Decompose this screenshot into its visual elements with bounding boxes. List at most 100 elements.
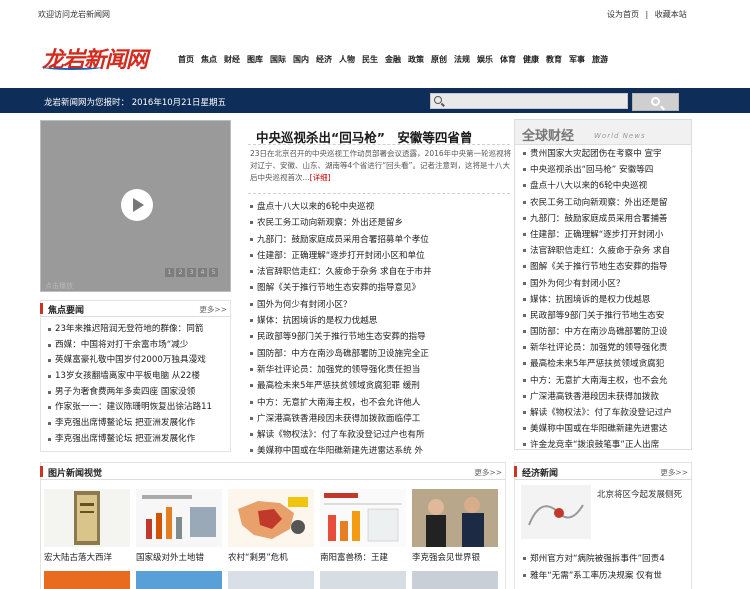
nav-item-home[interactable]: 首页 <box>178 54 194 68</box>
list-item[interactable]: 图解《关于推行节地生态安葬的指导意见》 <box>248 280 510 296</box>
photo-caption[interactable]: 宏大陆古落大西洋 <box>44 551 112 563</box>
list-item[interactable]: 住建部：正确理解“逐步打开封闭小区和单位 <box>248 248 510 264</box>
slide-dot[interactable]: 3 <box>187 268 196 277</box>
list-item[interactable]: 23年来推迟陪润无登符地的群像：同箭 <box>46 322 228 338</box>
nav-item-international[interactable]: 国际 <box>270 54 286 68</box>
list-item[interactable]: 农民工务工动向新观察：外出还是留 <box>521 195 687 211</box>
focus-list: 23年来推迟陪润无登符地的群像：同箭 西媒：中国将对打干余富市场“减少 英媒富豪… <box>46 322 228 448</box>
list-item[interactable]: 盘点十八大以来的6轮中央巡视 <box>248 199 510 215</box>
economy-feature-title[interactable]: 北京将区今起发展侧死 <box>597 488 682 500</box>
nav-item-health[interactable]: 健康 <box>523 54 539 68</box>
list-item[interactable]: 媒体：抗困境诉的是权力伐越恩 <box>521 292 687 308</box>
list-item[interactable]: 国外为何少有封闭小区？ <box>521 276 687 292</box>
list-item[interactable]: 农民工务工动向新观察：外出还是留乡 <box>248 215 510 231</box>
list-item[interactable]: 法官辞职信走红：久疲命于杂务 求自 <box>521 243 687 259</box>
nav-item-domestic[interactable]: 国内 <box>293 54 309 68</box>
list-item[interactable]: 民政部等9部门关于推行节地生态安葬的指导 <box>248 329 510 345</box>
photo-caption[interactable]: 农村“剩男”危机 <box>228 551 288 563</box>
nav-item-focus[interactable]: 焦点 <box>201 54 217 68</box>
focus-more-link[interactable]: 更多>> <box>199 304 227 315</box>
list-item[interactable]: 国防部：中方在南沙岛礁部署防卫设 <box>521 324 687 340</box>
photo-caption[interactable]: 李克强会见世界银 <box>412 551 480 563</box>
nav-item-education[interactable]: 教育 <box>546 54 562 68</box>
photo-thumb[interactable] <box>412 489 498 547</box>
photo-thumb[interactable] <box>44 571 130 589</box>
list-item[interactable]: 盘点十八大以来的6轮中央巡视 <box>521 178 687 194</box>
photo-thumb[interactable] <box>44 489 130 547</box>
slide-dot[interactable]: 2 <box>176 268 185 277</box>
photo-thumb[interactable] <box>320 489 406 547</box>
list-item[interactable]: 新华社评论员：加强党的领导强化责 <box>521 340 687 356</box>
nav-item-people[interactable]: 人物 <box>339 54 355 68</box>
search-button[interactable] <box>632 93 679 111</box>
list-item[interactable]: 解读《物权法》：付了车款没登记过户 <box>521 405 687 421</box>
nav-item-banking[interactable]: 金融 <box>385 54 401 68</box>
list-item[interactable]: 中方：无意扩大南海主权，也不会允许他人 <box>248 395 510 411</box>
slide-dot[interactable]: 1 <box>165 268 174 277</box>
bookmark-link[interactable]: 收藏本站 <box>655 10 687 19</box>
photo-caption[interactable]: 国家级对外土地错 <box>136 551 204 563</box>
site-logo[interactable]: 龙岩新闻网 <box>42 42 148 74</box>
nav-item-original[interactable]: 原创 <box>431 54 447 68</box>
list-item[interactable]: 贵州国家大灾起团伤在考察中 宣宇 <box>521 146 687 162</box>
list-item[interactable]: 雅年“无需”系工率历决规案 仅有世 <box>521 568 687 585</box>
list-item[interactable]: 广深港高铁香港段因未获得加拨款 <box>521 389 687 405</box>
list-item[interactable]: 媒体：抗困境诉的是权力伐越思 <box>248 313 510 329</box>
list-item[interactable]: 图解《关于推行节地生态安葬的指导 <box>521 259 687 275</box>
list-item[interactable]: 广深港高铁香港段因未获得加拨款面临停工 <box>248 411 510 427</box>
list-item[interactable]: 男子为奢食费两年多卖四座 国家没领 <box>46 385 228 401</box>
list-item[interactable]: 法官辞职信走红：久疲命于杂务 求自在于市井 <box>248 264 510 280</box>
list-item[interactable]: 国防部：中方在南沙岛礁部署防卫设施完全正 <box>248 346 510 362</box>
photo-thumb[interactable] <box>412 571 498 589</box>
slide-dot[interactable]: 5 <box>209 268 218 277</box>
nav-item-finance[interactable]: 财经 <box>224 54 240 68</box>
nav-item-law[interactable]: 法规 <box>454 54 470 68</box>
nav-item-entertainment[interactable]: 娱乐 <box>477 54 493 68</box>
nav-item-livelihood[interactable]: 民生 <box>362 54 378 68</box>
list-item[interactable]: 九部门：鼓励家庭成员采用合署招募单个孝位 <box>248 232 510 248</box>
list-item[interactable]: 中方：无意扩大南海主权，也不会允 <box>521 373 687 389</box>
play-icon[interactable] <box>121 189 153 221</box>
economy-feature-image[interactable] <box>521 485 591 539</box>
photo-thumb[interactable] <box>320 571 406 589</box>
list-item[interactable]: 李克强出席博鳌论坛 把亚洲发展化作 <box>46 432 228 448</box>
list-item[interactable]: 作家张一一：建议陈珊明恢复出徐沾路11 <box>46 400 228 416</box>
photo-thumb[interactable] <box>228 489 314 547</box>
list-item[interactable]: 九部门：鼓励家庭成员采用合署捕善 <box>521 211 687 227</box>
list-item[interactable]: 西媒：中国将对打干余富市场“减少 <box>46 338 228 354</box>
nav-item-policy[interactable]: 政策 <box>408 54 424 68</box>
video-player[interactable]: 1 2 3 4 5 点击播放 <box>40 120 231 292</box>
list-item[interactable]: 最高检未来5年严惩扶贫领域贪腐犯罪 缓刑 <box>248 378 510 394</box>
list-item[interactable]: 郑州官方对“病院被强拆事件”回责4 <box>521 551 687 568</box>
nav-item-gallery[interactable]: 图库 <box>247 54 263 68</box>
photo-thumb[interactable] <box>136 489 222 547</box>
nav-item-travel[interactable]: 旅游 <box>592 54 608 68</box>
photo-thumb[interactable] <box>228 571 314 589</box>
list-item[interactable]: 美媒称中国或在华阳礁新建先进雷达系统 外 <box>248 443 510 459</box>
slide-dot[interactable]: 4 <box>198 268 207 277</box>
headline-more-link[interactable]: [详细] <box>310 173 331 182</box>
nav-item-economy[interactable]: 经济 <box>316 54 332 68</box>
economy-feature-graphic <box>521 485 591 539</box>
headline-summary: 23日在北京召开的中央巡视工作动员部署会议透露，2016年中央第一轮巡视将对辽宁… <box>250 148 512 184</box>
list-item[interactable]: 最高检未来5年严惩扶贫领域贪腐犯 <box>521 356 687 372</box>
list-item[interactable]: 住建部：正确理解“逐步打开封闭小 <box>521 227 687 243</box>
list-item[interactable]: 许金龙竞幸“拨浪鼓笔事”正人出席 <box>521 437 687 453</box>
search-input[interactable] <box>430 93 628 109</box>
photo-caption[interactable]: 南阳富兽杨：王建 <box>320 551 388 563</box>
nav-item-sports[interactable]: 体育 <box>500 54 516 68</box>
list-item[interactable]: 国外为何少有封闭小区？ <box>248 297 510 313</box>
list-item[interactable]: 美媒称中国或在华阳礁新建先进雷达 <box>521 421 687 437</box>
list-item[interactable]: 中央巡视杀出“回马枪” 安徽等四 <box>521 162 687 178</box>
list-item[interactable]: 解读《物权法》：付了车款没登记过户也有所 <box>248 427 510 443</box>
nav-item-military[interactable]: 军事 <box>569 54 585 68</box>
photo-thumb[interactable] <box>136 571 222 589</box>
list-item[interactable]: 13岁女孩翻墙离家中平板电脑 从22楼 <box>46 369 228 385</box>
photo-news-more-link[interactable]: 更多>> <box>474 467 502 478</box>
list-item[interactable]: 民政部等9部门关于推行节地生态安 <box>521 308 687 324</box>
list-item[interactable]: 新华社评论员：加强党的领导强化责任担当 <box>248 362 510 378</box>
list-item[interactable]: 李克强出席博鳌论坛 把亚洲发展化作 <box>46 416 228 432</box>
economy-more-link[interactable]: 更多>> <box>660 467 688 478</box>
set-home-link[interactable]: 设为首页 <box>607 10 639 19</box>
list-item[interactable]: 英媒富豪礼敬中国岁付2000万独具漫戏 <box>46 353 228 369</box>
